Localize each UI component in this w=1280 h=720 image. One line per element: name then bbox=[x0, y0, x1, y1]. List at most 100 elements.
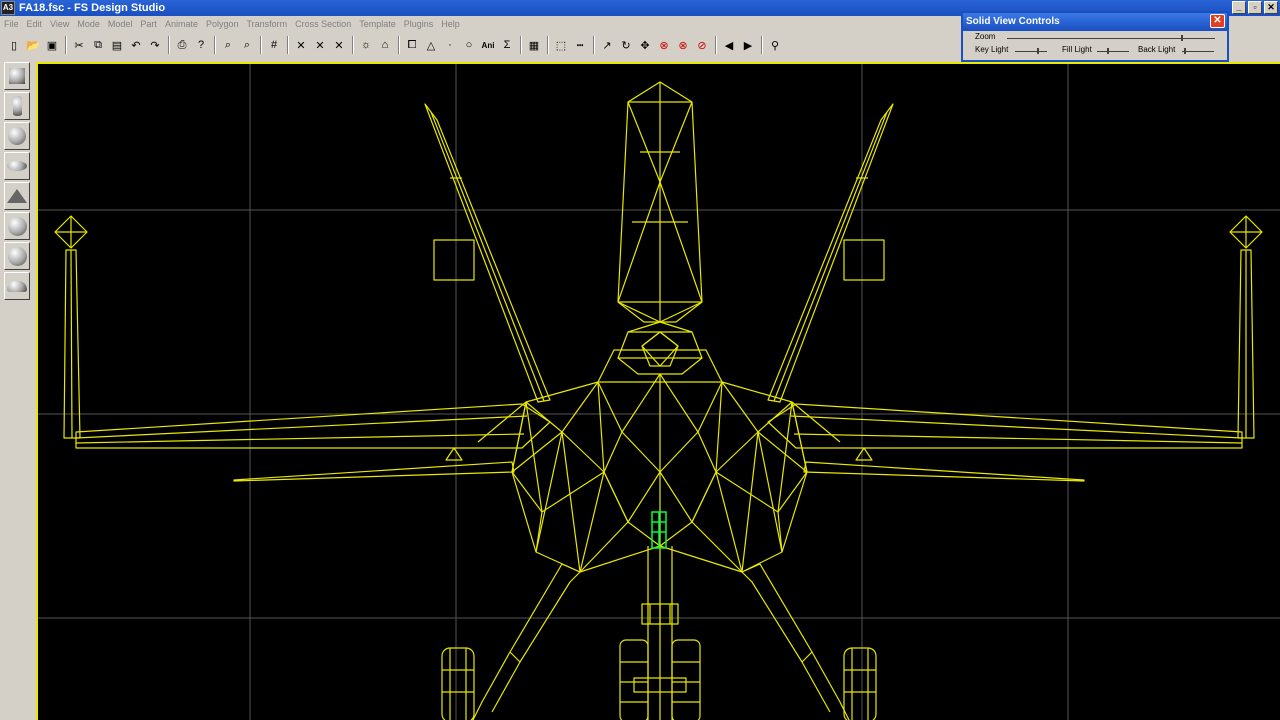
ellipsoid-icon[interactable] bbox=[4, 152, 30, 180]
zoom-row: Zoom bbox=[963, 31, 1227, 44]
select-line-icon[interactable]: ┅ bbox=[571, 36, 589, 54]
mirror-x-icon[interactable]: ✕ bbox=[292, 36, 310, 54]
back-light-thumb[interactable] bbox=[1184, 48, 1186, 54]
menu-help[interactable]: Help bbox=[437, 19, 464, 29]
menu-cross-section[interactable]: Cross Section bbox=[291, 19, 355, 29]
delete-poly-icon[interactable]: ⊗ bbox=[655, 36, 673, 54]
toolbar-separator bbox=[398, 36, 400, 54]
next-icon[interactable]: ▶ bbox=[739, 36, 757, 54]
fill-light-slider[interactable] bbox=[1097, 48, 1129, 54]
app-icon: A3 bbox=[1, 1, 15, 15]
zoom-slider-thumb[interactable] bbox=[1181, 35, 1183, 41]
window-title: FA18.fsc - FS Design Studio bbox=[19, 2, 166, 14]
menu-template[interactable]: Template bbox=[355, 19, 400, 29]
toolbar-separator bbox=[715, 36, 717, 54]
help-icon[interactable]: ? bbox=[192, 36, 210, 54]
circle-icon[interactable]: ○ bbox=[460, 36, 478, 54]
back-light-slider[interactable] bbox=[1182, 48, 1214, 54]
new-icon[interactable]: ▯ bbox=[5, 36, 23, 54]
key-light-label: Key Light bbox=[975, 45, 1009, 54]
sum-icon[interactable]: Σ bbox=[498, 36, 516, 54]
toolbar-separator bbox=[593, 36, 595, 54]
toolbar-separator bbox=[214, 36, 216, 54]
move-icon[interactable]: ✥ bbox=[636, 36, 654, 54]
toolbar-separator bbox=[547, 36, 549, 54]
menu-transform[interactable]: Transform bbox=[243, 19, 292, 29]
svc-title-bar: Solid View Controls ✕ bbox=[963, 13, 1227, 31]
cone-icon[interactable] bbox=[4, 182, 30, 210]
toolbar-separator bbox=[260, 36, 262, 54]
mirror-z-icon[interactable]: ✕ bbox=[330, 36, 348, 54]
zoom-label: Zoom bbox=[975, 32, 996, 41]
wireframe-canvas bbox=[38, 64, 1280, 720]
paste-icon[interactable]: ▤ bbox=[108, 36, 126, 54]
redo-icon[interactable]: ↷ bbox=[146, 36, 164, 54]
toolbar-separator bbox=[287, 36, 289, 54]
menu-polygon[interactable]: Polygon bbox=[202, 19, 243, 29]
menu-edit[interactable]: Edit bbox=[23, 19, 47, 29]
sphere-icon[interactable] bbox=[4, 122, 30, 150]
toolbar-separator bbox=[520, 36, 522, 54]
open-icon[interactable]: 📂 bbox=[24, 36, 42, 54]
delete-part-icon[interactable]: ⊘ bbox=[693, 36, 711, 54]
key-light-thumb[interactable] bbox=[1037, 48, 1039, 54]
minimize-button[interactable]: _ bbox=[1232, 1, 1246, 14]
wireframe-viewport[interactable] bbox=[36, 62, 1280, 720]
toolbar-separator bbox=[352, 36, 354, 54]
mirror-y-icon[interactable]: ✕ bbox=[311, 36, 329, 54]
geosphere-icon[interactable] bbox=[4, 212, 30, 240]
menu-view[interactable]: View bbox=[46, 19, 73, 29]
print-icon[interactable]: ⎙ bbox=[173, 36, 191, 54]
point-icon[interactable]: · bbox=[441, 36, 459, 54]
copy-icon[interactable]: ⧉ bbox=[89, 36, 107, 54]
menu-animate[interactable]: Animate bbox=[161, 19, 202, 29]
menu-plugins[interactable]: Plugins bbox=[400, 19, 438, 29]
grid-icon[interactable]: # bbox=[265, 36, 283, 54]
rotate-icon[interactable]: ↗ bbox=[598, 36, 616, 54]
zoom-slider[interactable] bbox=[1007, 35, 1215, 41]
app-window: A3 FA18.fsc - FS Design Studio _ ▫ ✕ Fil… bbox=[0, 0, 1280, 720]
aircraft-wireframe bbox=[54, 81, 1263, 720]
select-poly-icon[interactable]: ⧠ bbox=[403, 36, 421, 54]
fill-light-label: Fill Light bbox=[1062, 45, 1092, 54]
cube-icon[interactable] bbox=[4, 62, 30, 90]
delete-point-icon[interactable]: ⊗ bbox=[674, 36, 692, 54]
toolbar-separator bbox=[168, 36, 170, 54]
close-window-button[interactable]: ✕ bbox=[1264, 1, 1278, 14]
select-rect-icon[interactable]: ⬚ bbox=[552, 36, 570, 54]
menu-bar: File Edit View Mode Model Part Animate P… bbox=[0, 16, 960, 32]
lights-row: Key Light Fill Light Back Light bbox=[963, 44, 1227, 57]
toolbar-separator bbox=[761, 36, 763, 54]
back-light-label: Back Light bbox=[1138, 45, 1176, 54]
zoom-in-icon[interactable]: ⌕ bbox=[219, 36, 237, 54]
menu-mode[interactable]: Mode bbox=[73, 19, 104, 29]
svc-close-button[interactable]: ✕ bbox=[1210, 14, 1225, 28]
home-icon[interactable]: ⌂ bbox=[376, 36, 394, 54]
cylinder-icon[interactable] bbox=[4, 92, 30, 120]
cut-icon[interactable]: ✂ bbox=[70, 36, 88, 54]
fill-light-thumb[interactable] bbox=[1107, 48, 1109, 54]
toolbar: ▯ 📂 ▣ ✂ ⧉ ▤ ↶ ↷ ⎙ ? ⌕ ⌕ # ✕ ✕ ✕ ☼ ⌂ ⧠ △ … bbox=[0, 34, 960, 56]
undo-icon[interactable]: ↶ bbox=[127, 36, 145, 54]
restore-button[interactable]: ▫ bbox=[1248, 1, 1262, 14]
solid-view-controls-panel: Solid View Controls ✕ Zoom Key Light Fil… bbox=[961, 11, 1229, 62]
menu-file[interactable]: File bbox=[0, 19, 23, 29]
svc-title: Solid View Controls bbox=[966, 16, 1060, 27]
hemisphere-icon[interactable] bbox=[4, 242, 30, 270]
toolbar-separator bbox=[65, 36, 67, 54]
save-icon[interactable]: ▣ bbox=[43, 36, 61, 54]
menu-part[interactable]: Part bbox=[136, 19, 161, 29]
primitive-palette bbox=[4, 62, 34, 302]
prev-icon[interactable]: ◀ bbox=[720, 36, 738, 54]
triangle-icon[interactable]: △ bbox=[422, 36, 440, 54]
menu-model[interactable]: Model bbox=[104, 19, 137, 29]
key-light-slider[interactable] bbox=[1015, 48, 1047, 54]
refresh-icon[interactable]: ↻ bbox=[617, 36, 635, 54]
dome-icon[interactable] bbox=[4, 272, 30, 300]
light-icon[interactable]: ☼ bbox=[357, 36, 375, 54]
grid-lines bbox=[38, 64, 1280, 720]
ani-button[interactable]: Ani bbox=[479, 36, 497, 54]
binoculars-icon[interactable]: ⚲ bbox=[766, 36, 784, 54]
zoom-out-icon[interactable]: ⌕ bbox=[238, 36, 256, 54]
texture-icon[interactable]: ▦ bbox=[525, 36, 543, 54]
